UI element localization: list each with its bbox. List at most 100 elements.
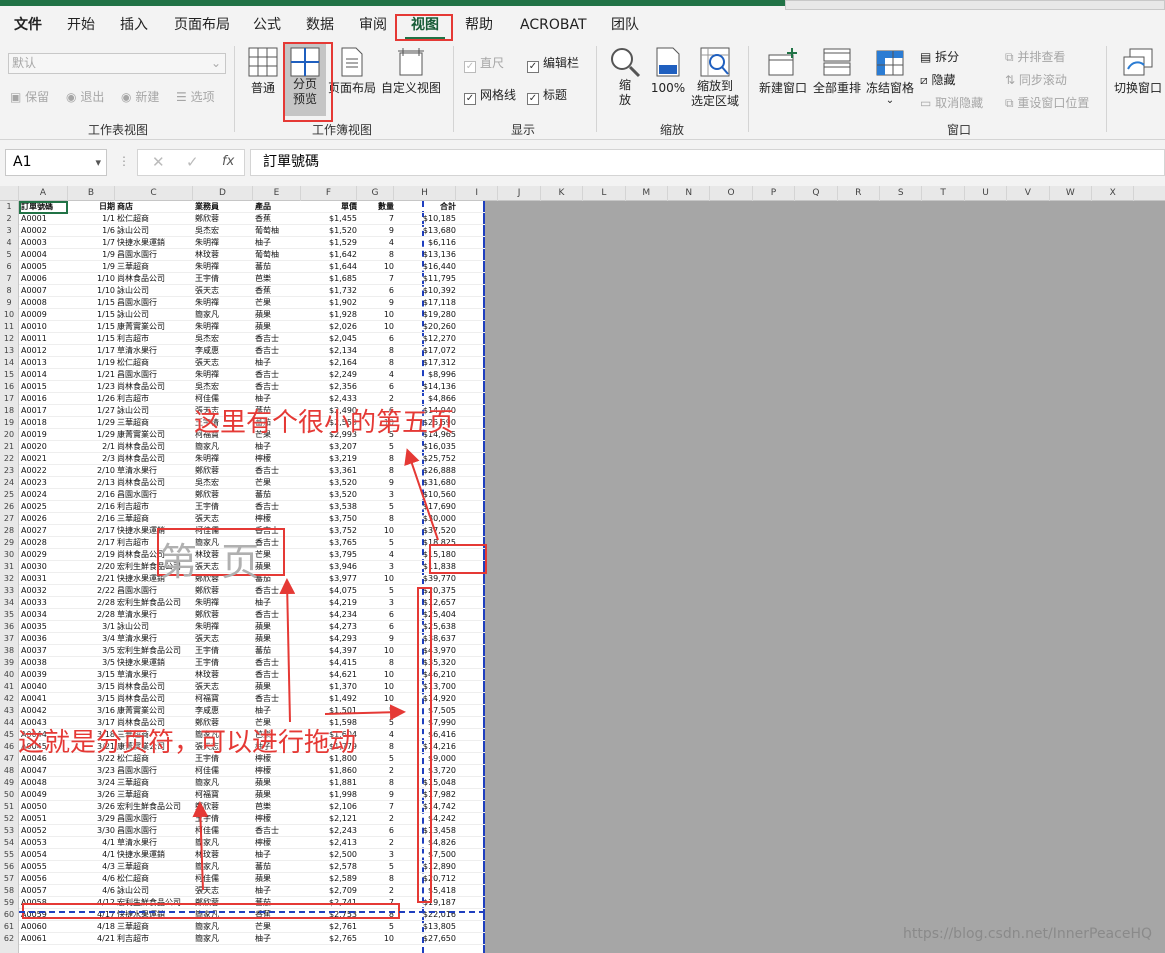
cell[interactable]: $7,500 <box>396 849 456 861</box>
column-header[interactable]: R <box>838 186 880 201</box>
cell[interactable]: 蕃茄 <box>255 489 301 501</box>
row-header[interactable]: 42 <box>0 693 18 705</box>
cell[interactable]: $4,826 <box>396 837 456 849</box>
row-header[interactable]: 3 <box>0 225 18 237</box>
cell[interactable]: 吳杰宏 <box>195 477 253 489</box>
cell[interactable]: 檸檬 <box>255 837 301 849</box>
keep-button[interactable]: ▣ 保留 <box>10 88 49 106</box>
cell[interactable]: 柯佳儒 <box>195 825 253 837</box>
cell[interactable]: 蘋果 <box>255 777 301 789</box>
cell[interactable]: A0004 <box>21 249 68 261</box>
cell[interactable]: $1,928 <box>303 309 357 321</box>
column-header[interactable]: J <box>498 186 541 201</box>
cell[interactable]: $15,180 <box>396 549 456 561</box>
cell[interactable]: 1/23 <box>70 381 115 393</box>
column-header[interactable]: F <box>301 186 357 201</box>
cell[interactable]: A0019 <box>21 429 68 441</box>
row-header[interactable]: 37 <box>0 633 18 645</box>
row-header[interactable]: 60 <box>0 909 18 921</box>
column-header[interactable]: S <box>880 186 923 201</box>
cell[interactable]: $11,795 <box>396 273 456 285</box>
cell[interactable]: 2/22 <box>70 585 115 597</box>
cell[interactable]: $4,293 <box>303 633 357 645</box>
row-header[interactable]: 53 <box>0 825 18 837</box>
cell[interactable]: 10 <box>359 321 394 333</box>
cell[interactable]: 1/29 <box>70 417 115 429</box>
cell[interactable]: $10,185 <box>396 213 456 225</box>
cell[interactable]: A0017 <box>21 405 68 417</box>
cell[interactable]: 昌園水園行 <box>117 489 193 501</box>
cell[interactable]: 4/18 <box>70 921 115 933</box>
cell[interactable]: 詠山公司 <box>117 225 193 237</box>
column-header[interactable]: N <box>668 186 711 201</box>
cell[interactable]: $14,920 <box>396 693 456 705</box>
cell[interactable]: 3/1 <box>70 621 115 633</box>
cell[interactable]: A0042 <box>21 705 68 717</box>
row-header[interactable]: 39 <box>0 657 18 669</box>
cell[interactable]: $16,035 <box>396 441 456 453</box>
cell[interactable]: 蕃茄 <box>255 897 301 909</box>
cell[interactable]: 香吉士 <box>255 333 301 345</box>
cell[interactable]: A0002 <box>21 225 68 237</box>
cell[interactable]: 簡家凡 <box>195 837 253 849</box>
cell[interactable]: 朱明禪 <box>195 453 253 465</box>
cell[interactable]: 吳杰宏 <box>195 381 253 393</box>
ruler-checkbox[interactable]: ✓ 直尺 <box>464 54 504 73</box>
cell[interactable]: 9 <box>359 297 394 309</box>
cell[interactable]: $4,415 <box>303 657 357 669</box>
cell[interactable]: 松仁超商 <box>117 873 193 885</box>
unhide-button[interactable]: ▭ 取消隐藏 <box>920 94 983 112</box>
row-header[interactable]: 47 <box>0 753 18 765</box>
cell[interactable]: 2/20 <box>70 561 115 573</box>
cell[interactable]: 草清水果行 <box>117 345 193 357</box>
cell[interactable]: 合計 <box>396 201 456 213</box>
cell[interactable]: 蘋果 <box>255 789 301 801</box>
cell[interactable]: A0028 <box>21 537 68 549</box>
cell[interactable]: $3,538 <box>303 501 357 513</box>
tab-acrobat[interactable]: ACROBAT <box>520 6 587 40</box>
cell[interactable]: 三華超商 <box>117 261 193 273</box>
cell[interactable]: 葡萄柚 <box>255 249 301 261</box>
cell[interactable]: 香吉士 <box>255 537 301 549</box>
cell[interactable]: 2/19 <box>70 549 115 561</box>
cell[interactable]: 檸檬 <box>255 765 301 777</box>
cell[interactable]: 7 <box>359 897 394 909</box>
cell[interactable]: $2,045 <box>303 333 357 345</box>
cell[interactable]: A0053 <box>21 837 68 849</box>
tab-team[interactable]: 团队 <box>611 6 639 40</box>
page-break-preview-button[interactable]: 分页 预览 <box>284 44 326 116</box>
cell[interactable]: $6,116 <box>396 237 456 249</box>
cell[interactable]: 5 <box>359 441 394 453</box>
cell[interactable]: 香吉士 <box>255 585 301 597</box>
cell[interactable]: $39,770 <box>396 573 456 585</box>
cell[interactable]: $11,838 <box>396 561 456 573</box>
cell[interactable]: 2 <box>359 837 394 849</box>
cell[interactable]: 3/30 <box>70 825 115 837</box>
gridlines-checkbox[interactable]: ✓ 网格线 <box>464 86 516 105</box>
cell[interactable]: 4/1 <box>70 837 115 849</box>
cell[interactable]: $15,048 <box>396 777 456 789</box>
cell[interactable]: $4,397 <box>303 645 357 657</box>
cell[interactable]: 6 <box>359 333 394 345</box>
row-header[interactable]: 40 <box>0 669 18 681</box>
cell[interactable]: 業務員 <box>195 201 253 213</box>
cell[interactable]: 尚林食品公司 <box>117 441 193 453</box>
headings-checkbox[interactable]: ✓ 标题 <box>527 86 567 105</box>
cell[interactable]: 10 <box>359 261 394 273</box>
row-header[interactable]: 13 <box>0 345 18 357</box>
row-header[interactable]: 57 <box>0 873 18 885</box>
cell[interactable]: $7,990 <box>396 717 456 729</box>
row-header[interactable]: 15 <box>0 369 18 381</box>
cell[interactable]: 10 <box>359 573 394 585</box>
cell[interactable]: 香吉士 <box>255 369 301 381</box>
cell[interactable]: 8 <box>359 465 394 477</box>
column-header[interactable]: E <box>253 186 301 201</box>
cell[interactable]: 2/1 <box>70 441 115 453</box>
cell[interactable]: $1,902 <box>303 297 357 309</box>
cell[interactable]: 快捷水果運銷 <box>117 237 193 249</box>
cell[interactable]: 3 <box>359 561 394 573</box>
cell[interactable]: 張天志 <box>195 681 253 693</box>
cell[interactable]: 7 <box>359 273 394 285</box>
cell[interactable]: 朱明禪 <box>195 261 253 273</box>
cell[interactable]: $12,890 <box>396 861 456 873</box>
